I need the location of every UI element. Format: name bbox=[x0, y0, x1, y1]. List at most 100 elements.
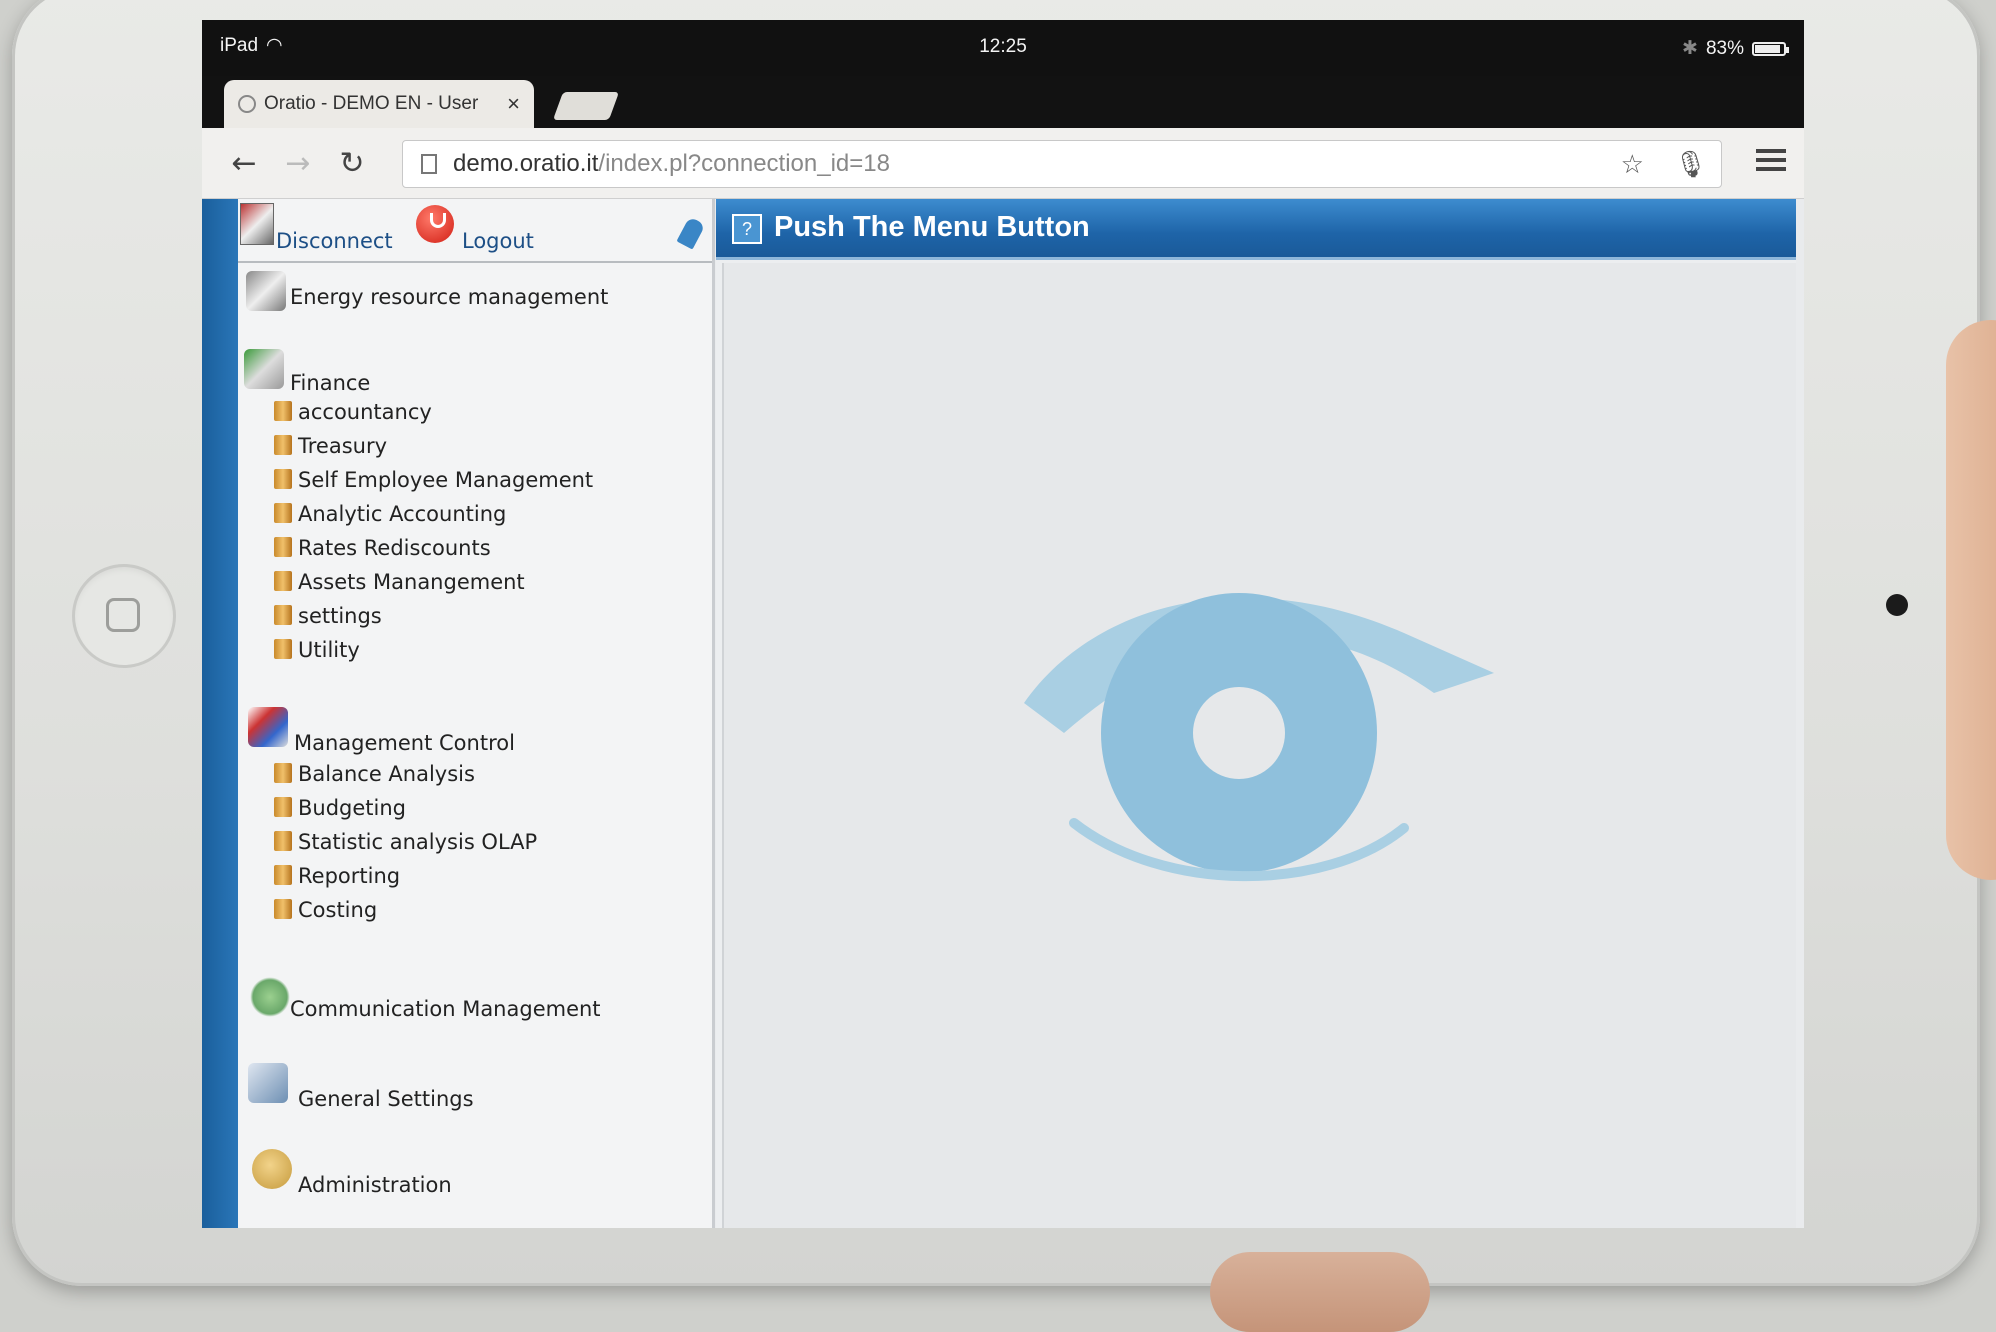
web-page: Disconnect Logout Energy resource manage… bbox=[202, 199, 1804, 1228]
communication-icon bbox=[250, 977, 290, 1017]
section-energy: Energy resource management bbox=[238, 271, 712, 311]
sidebar-topbar: Disconnect Logout bbox=[238, 199, 712, 263]
content-title: Push The Menu Button bbox=[774, 211, 1090, 243]
front-camera bbox=[1886, 594, 1908, 616]
address-bar[interactable]: demo.oratio.it/index.pl?connection_id=18… bbox=[402, 140, 1722, 188]
folder-icon bbox=[274, 605, 292, 625]
menu-item[interactable]: Reporting bbox=[238, 859, 712, 893]
folder-icon bbox=[274, 899, 292, 919]
menu-item[interactable]: settings bbox=[238, 599, 712, 633]
section-header[interactable]: Communication Management bbox=[238, 977, 712, 1021]
folder-icon bbox=[274, 469, 292, 489]
menu-item[interactable]: Rates Rediscounts bbox=[238, 531, 712, 565]
back-arrow-icon[interactable]: ← bbox=[224, 146, 264, 181]
battery-level bbox=[1755, 44, 1780, 53]
reload-icon[interactable]: ↻ bbox=[332, 146, 372, 181]
eye-pupil bbox=[1193, 687, 1285, 779]
folder-icon bbox=[274, 831, 292, 851]
section-header[interactable]: Administration bbox=[238, 1149, 712, 1197]
home-button[interactable] bbox=[72, 564, 176, 668]
screen: iPad ◠ 12:25 ✱ 83% Oratio - DEMO EN - Us… bbox=[202, 20, 1804, 1228]
menu-item[interactable]: Analytic Accounting bbox=[238, 497, 712, 531]
menu-item-label: Budgeting bbox=[298, 796, 407, 820]
folder-icon bbox=[274, 537, 292, 557]
menu-item[interactable]: Statistic analysis OLAP bbox=[238, 825, 712, 859]
menu-item-label: Rates Rediscounts bbox=[298, 536, 491, 560]
section-label: Finance bbox=[290, 371, 371, 395]
folder-icon bbox=[274, 401, 292, 421]
menu-item-label: accountancy bbox=[298, 400, 432, 424]
globe-icon bbox=[238, 95, 256, 113]
finger bbox=[1946, 320, 1996, 880]
pin-icon[interactable] bbox=[676, 216, 706, 250]
menu-item[interactable]: Self Employee Management bbox=[238, 463, 712, 497]
menu-item[interactable]: Costing bbox=[238, 893, 712, 927]
menu-item-label: Treasury bbox=[298, 434, 388, 458]
menu-item-label: Statistic analysis OLAP bbox=[298, 830, 538, 854]
close-tab-icon[interactable]: × bbox=[507, 91, 520, 117]
help-icon[interactable]: ? bbox=[732, 214, 762, 244]
section-header[interactable]: General Settings bbox=[238, 1063, 712, 1111]
eye-logo bbox=[1024, 593, 1494, 882]
browser-tab[interactable]: Oratio - DEMO EN - User × bbox=[224, 80, 534, 128]
power-icon[interactable] bbox=[416, 205, 454, 243]
tab-title: Oratio - DEMO EN - User bbox=[264, 93, 479, 114]
folder-icon bbox=[274, 435, 292, 455]
energy-icon bbox=[246, 271, 286, 311]
menu-item-label: Reporting bbox=[298, 864, 401, 888]
section-header[interactable]: Energy resource management bbox=[238, 271, 712, 311]
page-icon bbox=[421, 154, 437, 174]
menu-item[interactable]: Budgeting bbox=[238, 791, 712, 825]
browser-toolbar: ← → ↻ demo.oratio.it/index.pl?connection… bbox=[202, 128, 1804, 199]
content-body bbox=[722, 263, 1796, 1228]
home-square-icon bbox=[106, 598, 140, 632]
microphone-icon[interactable]: 🎙︎ bbox=[1674, 149, 1707, 180]
star-icon[interactable]: ☆ bbox=[1621, 149, 1644, 180]
section-administration: Administration bbox=[238, 1149, 712, 1197]
thumb bbox=[1210, 1252, 1430, 1332]
menu-item[interactable]: Utility bbox=[238, 633, 712, 667]
section-finance: Finance accountancy Treasury Self Employ… bbox=[238, 349, 712, 667]
folder-icon bbox=[274, 865, 292, 885]
menu-item-label: Assets Manangement bbox=[298, 570, 525, 594]
section-communication: Communication Management bbox=[238, 977, 712, 1021]
url-host: demo.oratio.it bbox=[453, 150, 599, 177]
folder-icon bbox=[274, 763, 292, 783]
management-control-items: Balance Analysis Budgeting Statistic ana… bbox=[238, 757, 712, 927]
menu-item-label: Balance Analysis bbox=[298, 762, 475, 786]
new-tab-button[interactable] bbox=[552, 92, 620, 120]
menu-item[interactable]: Balance Analysis bbox=[238, 757, 712, 791]
menu-item-label: Utility bbox=[298, 638, 360, 662]
forward-arrow-icon[interactable]: → bbox=[278, 146, 318, 181]
battery-percent: 83% bbox=[1705, 37, 1744, 59]
section-label: Administration bbox=[298, 1173, 452, 1197]
disconnect-icon[interactable] bbox=[240, 203, 274, 245]
settings-gear-icon bbox=[248, 1063, 288, 1103]
management-control-icon bbox=[248, 707, 288, 747]
folder-icon bbox=[274, 571, 292, 591]
logout-link[interactable]: Logout bbox=[462, 229, 534, 253]
content-header: ? Push The Menu Button bbox=[716, 199, 1796, 260]
administrator-face-icon bbox=[252, 1149, 292, 1189]
battery-icon bbox=[1752, 41, 1789, 56]
menu-item[interactable]: Assets Manangement bbox=[238, 565, 712, 599]
clock: 12:25 bbox=[979, 36, 1027, 57]
section-header[interactable]: Management Control bbox=[238, 707, 712, 755]
folder-icon bbox=[274, 639, 292, 659]
finance-items: accountancy Treasury Self Employee Manag… bbox=[238, 395, 712, 667]
menu-item[interactable]: Treasury bbox=[238, 429, 712, 463]
menu-item-label: Self Employee Management bbox=[298, 468, 594, 492]
menu-item-label: Costing bbox=[298, 898, 378, 922]
folder-icon bbox=[274, 503, 292, 523]
finance-icon bbox=[244, 349, 284, 389]
section-label: General Settings bbox=[298, 1087, 474, 1111]
section-header[interactable]: Finance bbox=[238, 349, 712, 395]
folder-icon bbox=[274, 797, 292, 817]
menu-item[interactable]: accountancy bbox=[238, 395, 712, 429]
section-label: Energy resource management bbox=[290, 285, 609, 309]
browser-menu-icon[interactable] bbox=[1756, 144, 1786, 176]
disconnect-link[interactable]: Disconnect bbox=[276, 229, 393, 253]
left-edge-strip bbox=[202, 199, 238, 1228]
bluetooth-icon: ✱ bbox=[1682, 38, 1698, 59]
main-content: ? Push The Menu Button bbox=[716, 199, 1796, 1228]
